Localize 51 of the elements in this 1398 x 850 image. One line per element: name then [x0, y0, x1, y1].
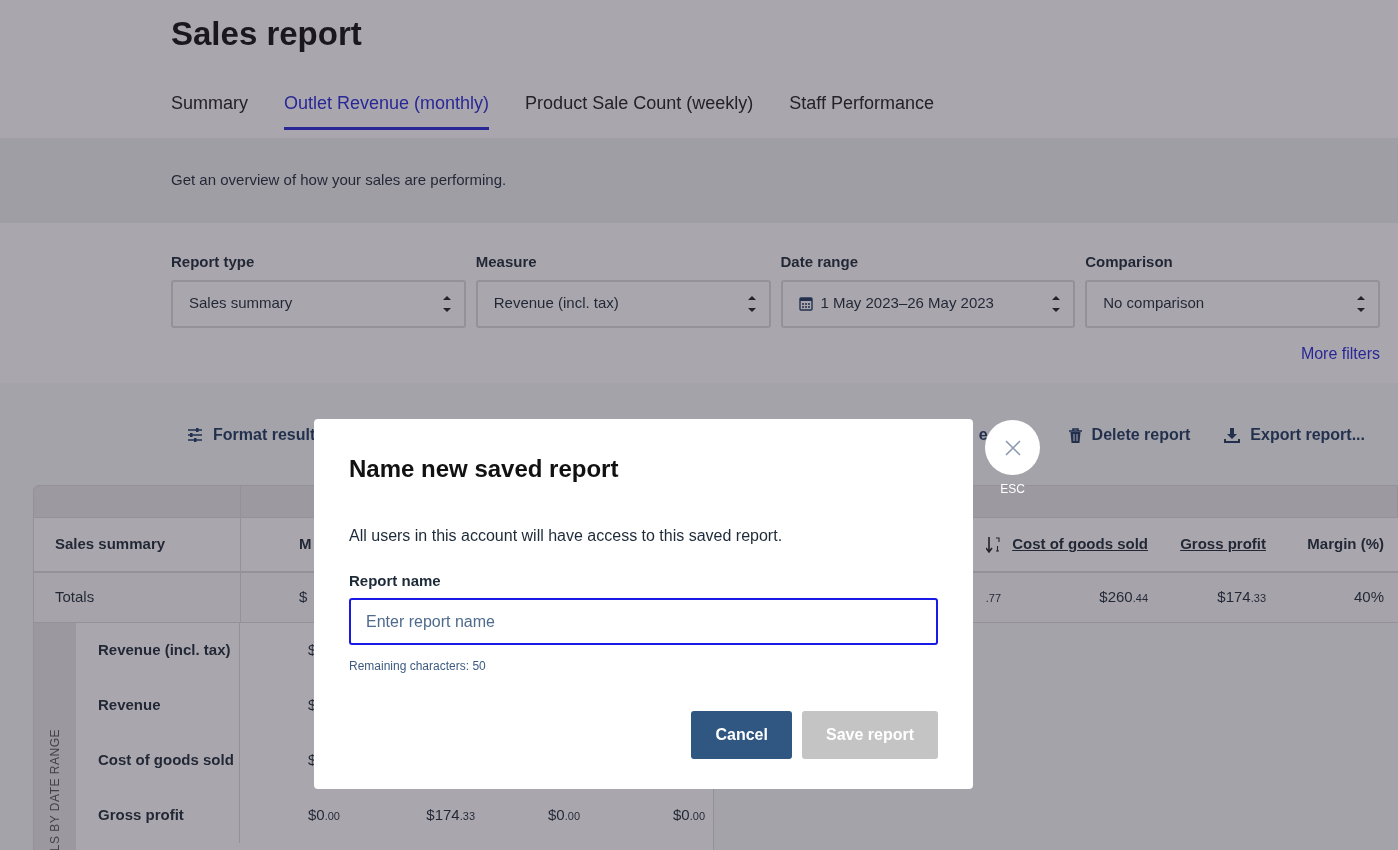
toolbar-button[interactable]: Delete report	[1068, 423, 1191, 447]
report-name-field[interactable]: Enter report name	[349, 598, 938, 646]
toolbar-button[interactable]: Format result	[187, 423, 316, 447]
calendar-icon	[798, 296, 813, 311]
tab[interactable]: Staff Performance	[789, 90, 934, 130]
table-cell-text: 40%	[1353, 587, 1384, 608]
tab[interactable]: Outlet Revenue (monthly)	[284, 90, 490, 130]
trash-icon	[1068, 427, 1082, 443]
page-title: Sales report	[171, 14, 363, 54]
field-label: Measure	[475, 252, 538, 272]
dropdown-select[interactable]: Sales summary	[171, 279, 466, 328]
more-filters-link[interactable]: More filters	[1300, 344, 1380, 362]
field-label: Date range	[780, 252, 860, 272]
tab[interactable]: Product Sale Count (weekly)	[525, 90, 754, 130]
table-cell-text: $0.00	[673, 805, 705, 826]
column-header: M	[299, 534, 312, 555]
column-header-link[interactable]: Cost of goods sold	[1012, 533, 1148, 556]
dialog-text: All users in this account will have access to this saved report.	[349, 525, 784, 546]
dropdown-select[interactable]: No comparison	[1085, 279, 1380, 328]
row-label: Totals	[34, 573, 241, 622]
row-label: Revenue (incl. tax)	[76, 623, 240, 678]
table-cell-text: $260.44	[1099, 587, 1148, 608]
table-cell-text: $174.33	[426, 805, 475, 826]
field-label: Report type	[171, 252, 256, 272]
toolbar-label: e	[978, 425, 988, 445]
description-text: Get an overview of how your sales are performing.	[171, 170, 507, 191]
close-icon	[1004, 439, 1021, 456]
table-cell-text: $0.00	[308, 805, 340, 826]
column-header: Margin (%)	[1307, 534, 1384, 555]
sort-icon[interactable]	[986, 535, 1001, 554]
date-range-select[interactable]: 1 May 2023–26 May 2023	[780, 279, 1076, 328]
field-label: Report name	[349, 570, 442, 591]
field-label: Comparison	[1085, 252, 1174, 272]
remaining-characters-text: Remaining characters: 50	[349, 658, 487, 676]
toolbar-button[interactable]: Export report...	[1224, 423, 1365, 447]
cancel-button[interactable]: Cancel	[691, 711, 792, 760]
table-cell-text: $0.00	[548, 805, 580, 826]
sliders-icon	[187, 428, 203, 442]
esc-label: ESC	[999, 481, 1026, 498]
table-cell-text: $	[299, 587, 308, 608]
dialog-title: Name new saved report	[349, 455, 620, 484]
table-cell-text: .77	[985, 591, 1001, 607]
column-header: Sales summary	[34, 518, 241, 571]
tab[interactable]: Summary	[171, 90, 248, 130]
column-header-link[interactable]: Gross profit	[1180, 533, 1266, 556]
row-label: Revenue	[76, 678, 240, 733]
dropdown-select[interactable]: Revenue (incl. tax)	[475, 279, 771, 328]
row-label: Gross profit	[76, 788, 240, 843]
row-label: Cost of goods sold	[76, 733, 240, 788]
download-icon	[1224, 427, 1241, 443]
table-cell-text: $174.33	[1217, 587, 1266, 608]
